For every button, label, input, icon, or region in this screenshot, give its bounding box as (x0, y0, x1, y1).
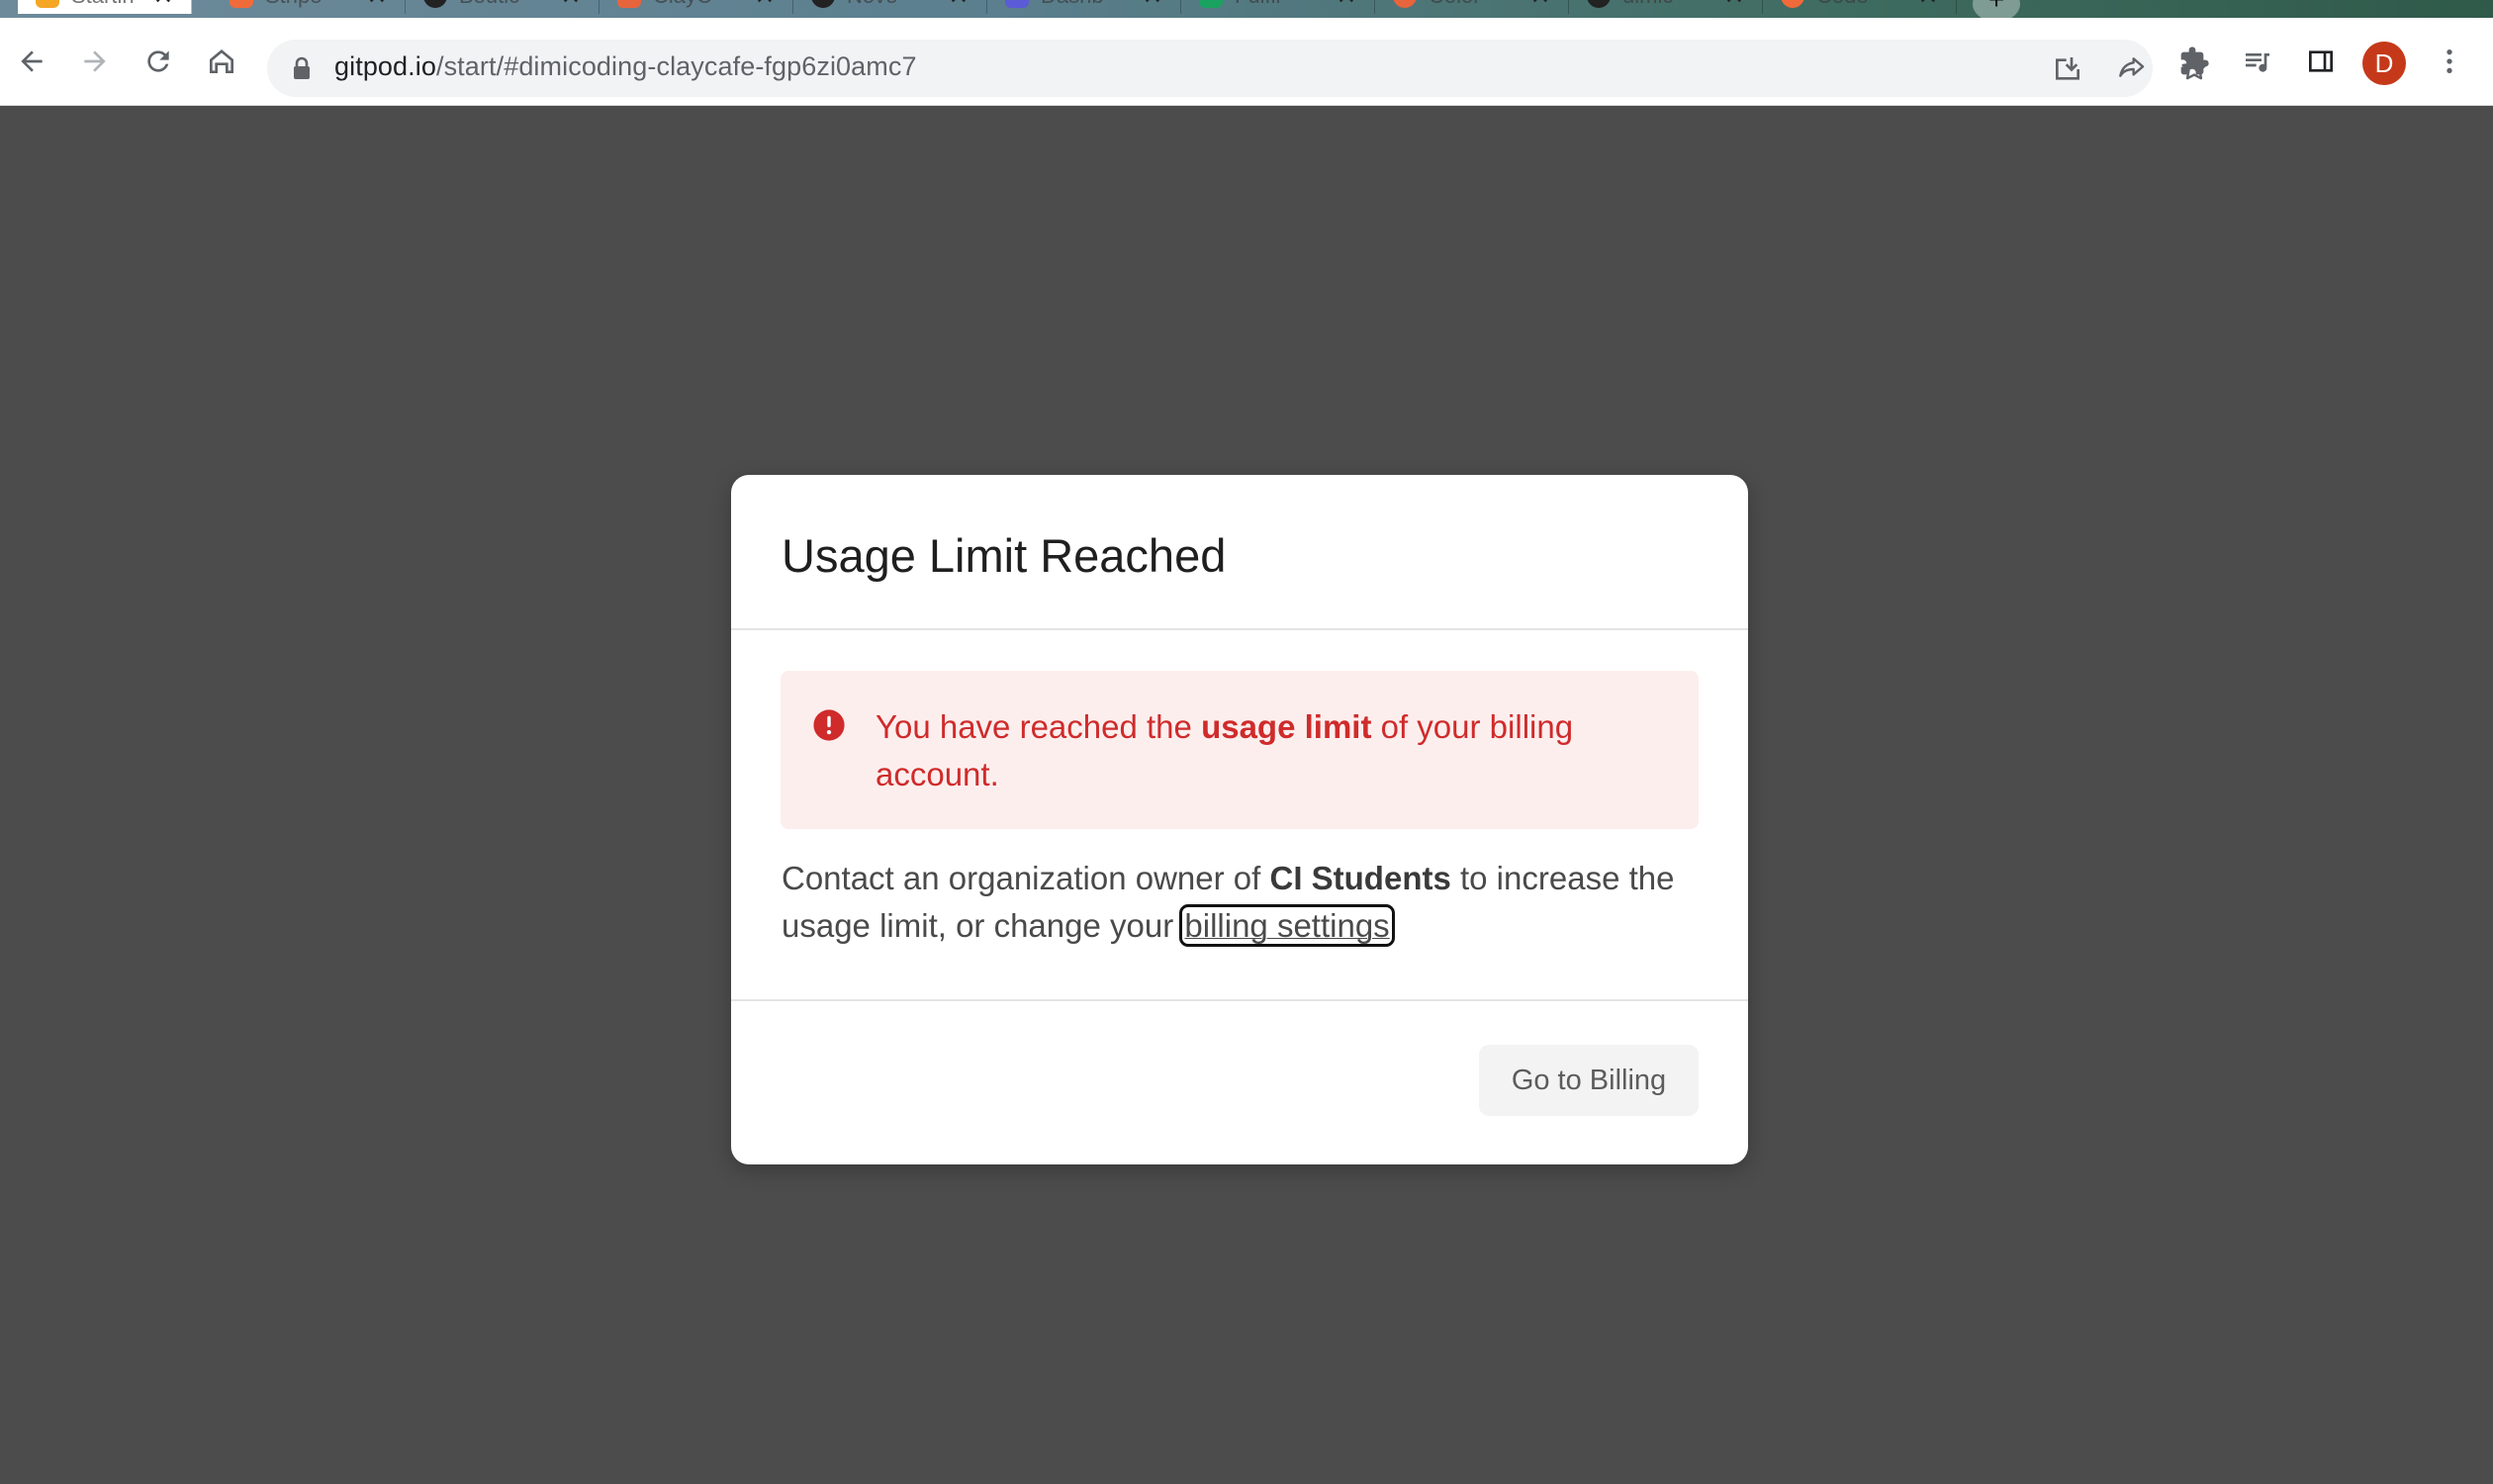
tab[interactable]: Nove ✕ (793, 0, 987, 14)
gitpod-favicon-icon (36, 0, 59, 8)
github-favicon-icon (811, 0, 835, 8)
go-to-billing-button[interactable]: Go to Billing (1479, 1045, 1699, 1116)
share-icon[interactable] (2115, 53, 2147, 85)
tab-close-icon[interactable]: ✕ (755, 0, 775, 11)
install-app-icon[interactable] (2052, 53, 2083, 85)
favicon-icon (230, 0, 253, 8)
new-tab-button[interactable]: + (1973, 0, 2020, 18)
side-panel-icon (2309, 50, 2333, 72)
favicon-icon (1199, 0, 1223, 8)
url-text[interactable]: gitpod.io/start/#dimicoding-claycafe-fgp… (334, 51, 917, 82)
tab-close-icon[interactable]: ✕ (1143, 0, 1162, 11)
tab-close-icon[interactable]: ✕ (1530, 0, 1550, 11)
tab-title: Fulfil (1235, 0, 1331, 9)
address-bar[interactable]: gitpod.io/start/#dimicoding-claycafe-fgp… (267, 40, 2207, 97)
tab-active[interactable]: Startin ✕ (18, 0, 192, 14)
tab-title: Code (1816, 0, 1912, 9)
browser-menu-button[interactable] (2424, 36, 2475, 87)
extensions-button[interactable] (2169, 36, 2220, 87)
tab[interactable]: Fulfil ✕ (1181, 0, 1375, 14)
playlist-music-icon (2246, 53, 2269, 72)
organization-name: CI Students (1269, 860, 1451, 896)
header-divider (731, 628, 1748, 630)
url-host: gitpod.io (334, 51, 436, 81)
alert-message: You have reached the usage limit of your… (876, 703, 1627, 798)
url-path: /start/#dimicoding-claycafe-fgp6zi0amc7 (435, 51, 917, 81)
favicon-icon (1781, 0, 1804, 8)
forward-arrow-icon (84, 50, 106, 72)
lock-icon[interactable] (291, 55, 313, 81)
tab[interactable]: Dashb ✕ (987, 0, 1181, 14)
favicon-icon (1005, 0, 1029, 8)
tab-close-icon[interactable]: ✕ (949, 0, 969, 11)
message-prefix: Contact an organization owner of (782, 860, 1270, 896)
tab[interactable]: Stripe ✕ (212, 0, 406, 14)
tab[interactable]: ClayC ✕ (600, 0, 793, 14)
tab-title: dimic (1622, 0, 1718, 9)
tab-title: Startin (71, 0, 147, 9)
back-arrow-icon (21, 50, 43, 72)
more-vertical-icon (2447, 49, 2452, 73)
tab-strip: Startin ✕ Stripe ✕ Boutic ✕ ClayC ✕ Nove… (0, 0, 2493, 18)
profile-avatar[interactable]: D (2362, 42, 2406, 85)
tab-close-icon[interactable]: ✕ (1918, 0, 1938, 11)
dialog-title: Usage Limit Reached (782, 529, 1227, 582)
reload-button[interactable] (133, 36, 184, 87)
error-alert: You have reached the usage limit of your… (781, 671, 1699, 829)
home-icon (210, 49, 233, 73)
tab-title: Stripe (265, 0, 361, 9)
tab-close-icon[interactable]: ✕ (153, 0, 173, 11)
tab-title: ClayC (653, 0, 749, 9)
tab-close-icon[interactable]: ✕ (1337, 0, 1356, 11)
alert-prefix: You have reached the (876, 708, 1202, 745)
tab[interactable]: Boutic ✕ (406, 0, 600, 14)
favicon-icon (617, 0, 641, 8)
tab-title: Boutic (459, 0, 555, 9)
media-controls-button[interactable] (2232, 36, 2283, 87)
tab-close-icon[interactable]: ✕ (367, 0, 387, 11)
github-favicon-icon (1587, 0, 1611, 8)
tab-title: Nove (847, 0, 943, 9)
alert-bold: usage limit (1201, 708, 1372, 745)
side-panel-button[interactable] (2295, 36, 2347, 87)
tab-title: Color (1429, 0, 1524, 9)
page-backdrop: Usage Limit Reached You have reached the… (0, 106, 2493, 1484)
tab[interactable]: Color ✕ (1375, 0, 1569, 14)
browser-toolbar: gitpod.io/start/#dimicoding-claycafe-fgp… (0, 18, 2493, 106)
home-button[interactable] (196, 36, 247, 87)
puzzle-icon (2180, 46, 2209, 75)
github-favicon-icon (423, 0, 447, 8)
back-button[interactable] (6, 36, 57, 87)
tab-close-icon[interactable]: ✕ (561, 0, 581, 11)
exclamation-circle-icon (813, 709, 845, 741)
dialog-message: Contact an organization owner of CI Stud… (782, 855, 1702, 950)
tab-title: Dashb (1041, 0, 1137, 9)
billing-settings-link[interactable]: billing settings (1179, 904, 1395, 947)
footer-divider (731, 999, 1748, 1001)
tab[interactable]: Code ✕ (1763, 0, 1957, 14)
forward-button[interactable] (69, 36, 121, 87)
favicon-icon (1393, 0, 1417, 8)
reload-icon (147, 50, 169, 72)
tab[interactable]: dimic ✕ (1569, 0, 1763, 14)
usage-limit-dialog: Usage Limit Reached You have reached the… (731, 475, 1748, 1164)
tab-close-icon[interactable]: ✕ (1724, 0, 1744, 11)
